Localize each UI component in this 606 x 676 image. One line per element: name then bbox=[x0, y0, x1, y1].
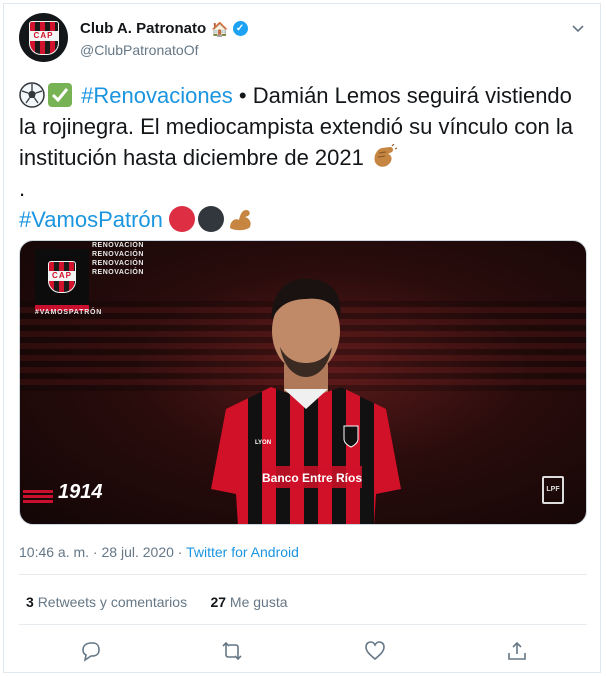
hashtag-vamospatron[interactable]: #VamosPatrón bbox=[19, 207, 163, 232]
player-figure: Banco Entre Ríos LYON bbox=[211, 278, 401, 524]
tweet-time[interactable]: 10:46 a. m. bbox=[19, 544, 89, 560]
black-circle-icon bbox=[198, 206, 225, 232]
renovacion-label: RENOVACIÓN bbox=[92, 269, 144, 276]
separator: · bbox=[89, 544, 102, 560]
separator: • bbox=[232, 83, 253, 108]
crest-text: CAP bbox=[29, 30, 58, 41]
avatar[interactable]: CAP bbox=[19, 13, 68, 62]
like-icon[interactable] bbox=[364, 640, 386, 662]
tweet-text: #Renovaciones • Damián Lemos seguirá vis… bbox=[19, 80, 579, 235]
check-mark-icon bbox=[48, 83, 72, 107]
sponsor-text: Banco Entre Ríos bbox=[262, 471, 362, 485]
chevron-down-icon[interactable] bbox=[570, 20, 586, 36]
author-row: Club A. Patronato 🏠 ✓ bbox=[80, 20, 248, 37]
club-logo-panel: CAP bbox=[35, 249, 89, 305]
retweet-label[interactable]: Retweets y comentarios bbox=[38, 594, 187, 610]
red-stripes bbox=[23, 489, 53, 503]
red-circle-icon bbox=[169, 206, 196, 232]
author-handle[interactable]: @ClubPatronatoOf bbox=[80, 42, 199, 58]
renovacion-label: RENOVACIÓN bbox=[92, 251, 144, 258]
tweet-date[interactable]: 28 jul. 2020 bbox=[102, 544, 174, 560]
tweet-source-link[interactable]: Twitter for Android bbox=[186, 544, 299, 560]
renovacion-labels: RENOVACIÓN RENOVACIÓN RENOVACIÓN RENOVAC… bbox=[92, 241, 144, 277]
soccer-ball-icon bbox=[19, 82, 45, 108]
hashtag-renovaciones[interactable]: #Renovaciones bbox=[81, 83, 233, 108]
divider bbox=[19, 624, 587, 625]
tweet-stats: 3 Retweets y comentarios 27 Me gusta bbox=[26, 594, 288, 610]
lpf-logo-icon: LPF bbox=[542, 476, 564, 504]
like-label[interactable]: Me gusta bbox=[230, 594, 288, 610]
kit-brand-text: LYON bbox=[255, 440, 271, 446]
vamos-label: #VAMOSPATRÓN bbox=[35, 309, 103, 316]
retweet-icon[interactable] bbox=[221, 640, 243, 662]
crest-text: CAP bbox=[49, 271, 75, 281]
house-icon: 🏠 bbox=[211, 20, 229, 37]
divider bbox=[19, 574, 587, 575]
club-crest-icon: CAP bbox=[28, 20, 59, 55]
tweet-card: CAP Club A. Patronato 🏠 ✓ @ClubPatronato… bbox=[3, 3, 601, 673]
tweet-media-image[interactable]: CAP RENOVACIÓN RENOVACIÓN RENOVACIÓN REN… bbox=[19, 240, 587, 525]
renovacion-label: RENOVACIÓN bbox=[92, 242, 144, 249]
club-crest-icon: CAP bbox=[48, 261, 76, 293]
like-count[interactable]: 27 bbox=[210, 594, 226, 610]
author-name[interactable]: Club A. Patronato bbox=[80, 20, 206, 37]
retweet-count[interactable]: 3 bbox=[26, 594, 34, 610]
renovacion-label: RENOVACIÓN bbox=[92, 260, 144, 267]
separator: · bbox=[173, 544, 187, 560]
action-bar bbox=[4, 632, 602, 668]
clapping-hands-icon bbox=[374, 144, 398, 167]
reply-icon[interactable] bbox=[79, 640, 101, 662]
verified-icon: ✓ bbox=[232, 21, 248, 36]
year-label: 1914 bbox=[58, 481, 103, 503]
flexed-biceps-icon bbox=[230, 210, 251, 231]
share-icon[interactable] bbox=[506, 640, 528, 662]
dot-line: . bbox=[19, 176, 26, 201]
timestamp-row: 10:46 a. m. · 28 jul. 2020 · Twitter for… bbox=[19, 544, 299, 560]
